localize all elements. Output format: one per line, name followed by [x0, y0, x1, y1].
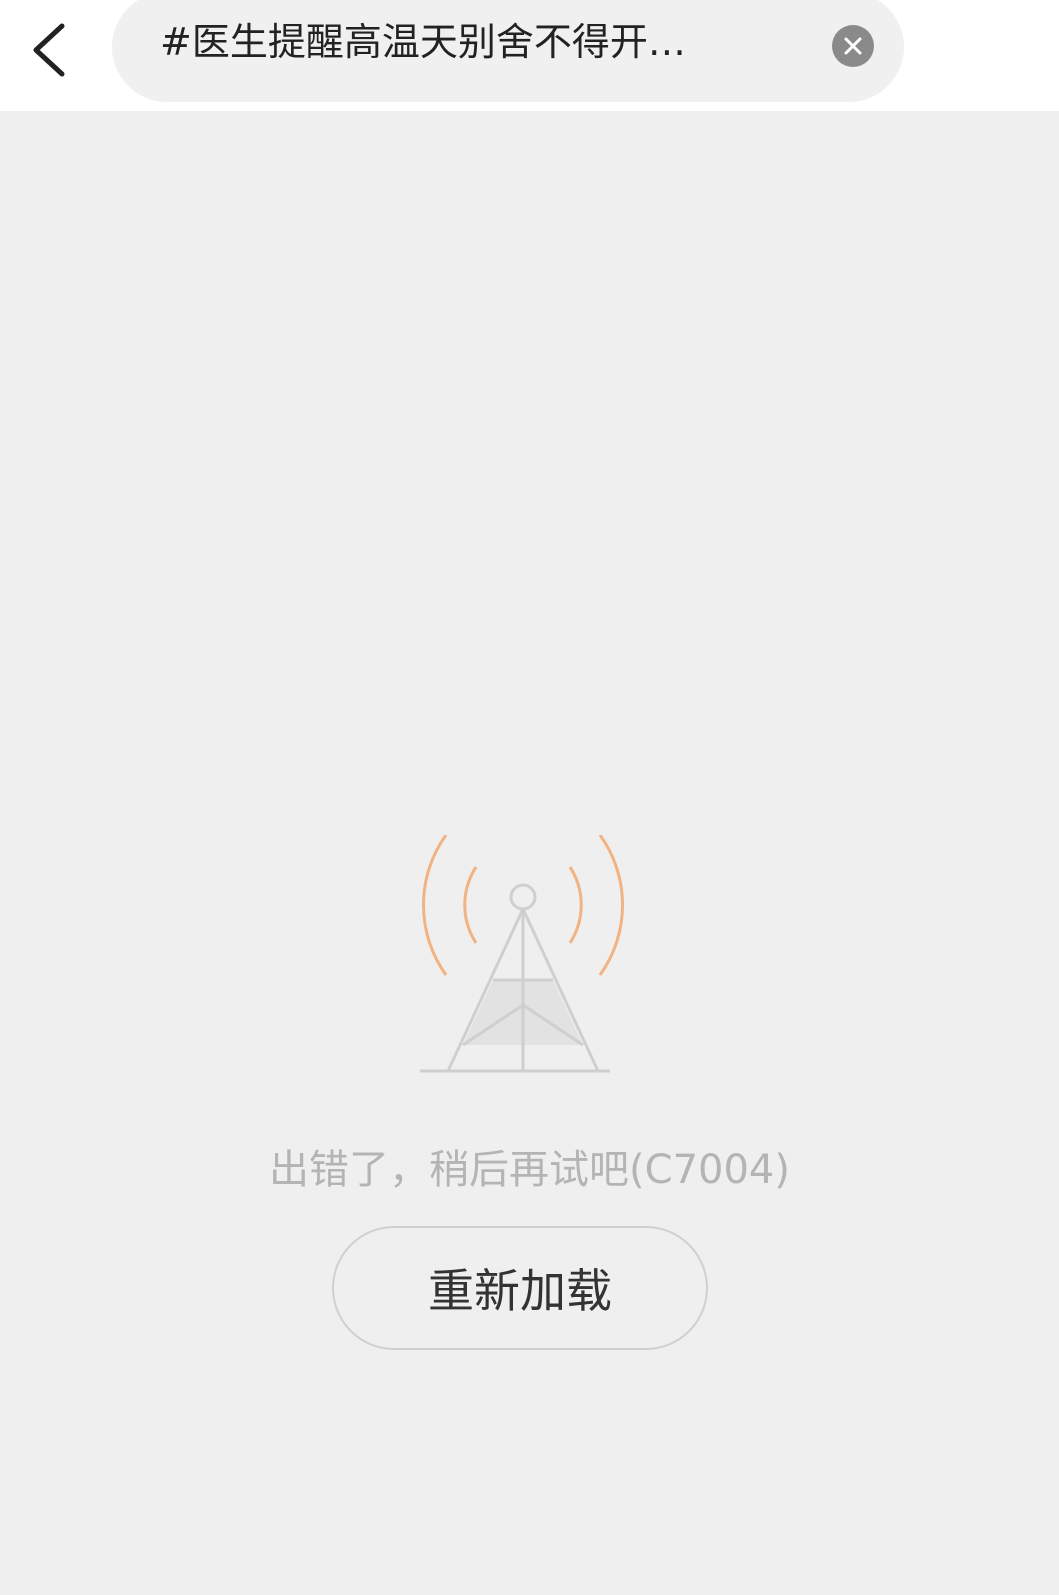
close-icon — [844, 37, 862, 55]
error-message: 出错了，稍后再试吧(C7004) — [269, 1147, 790, 1193]
search-box[interactable]: #医生提醒高温天别舍不得开… — [112, 0, 904, 102]
top-bar: #医生提醒高温天别舍不得开… — [0, 0, 1059, 111]
error-page: #医生提醒高温天别舍不得开… 出错了，稍后再试吧(C7004) 重新加载 — [0, 0, 1059, 1595]
clear-search-button[interactable] — [832, 25, 874, 67]
chevron-left-icon — [33, 23, 65, 77]
back-button[interactable] — [18, 10, 80, 90]
search-query-text[interactable]: #医生提醒高温天别舍不得开… — [160, 14, 780, 70]
reload-button[interactable]: 重新加载 — [332, 1226, 708, 1350]
signal-tower-icon — [420, 835, 624, 1073]
